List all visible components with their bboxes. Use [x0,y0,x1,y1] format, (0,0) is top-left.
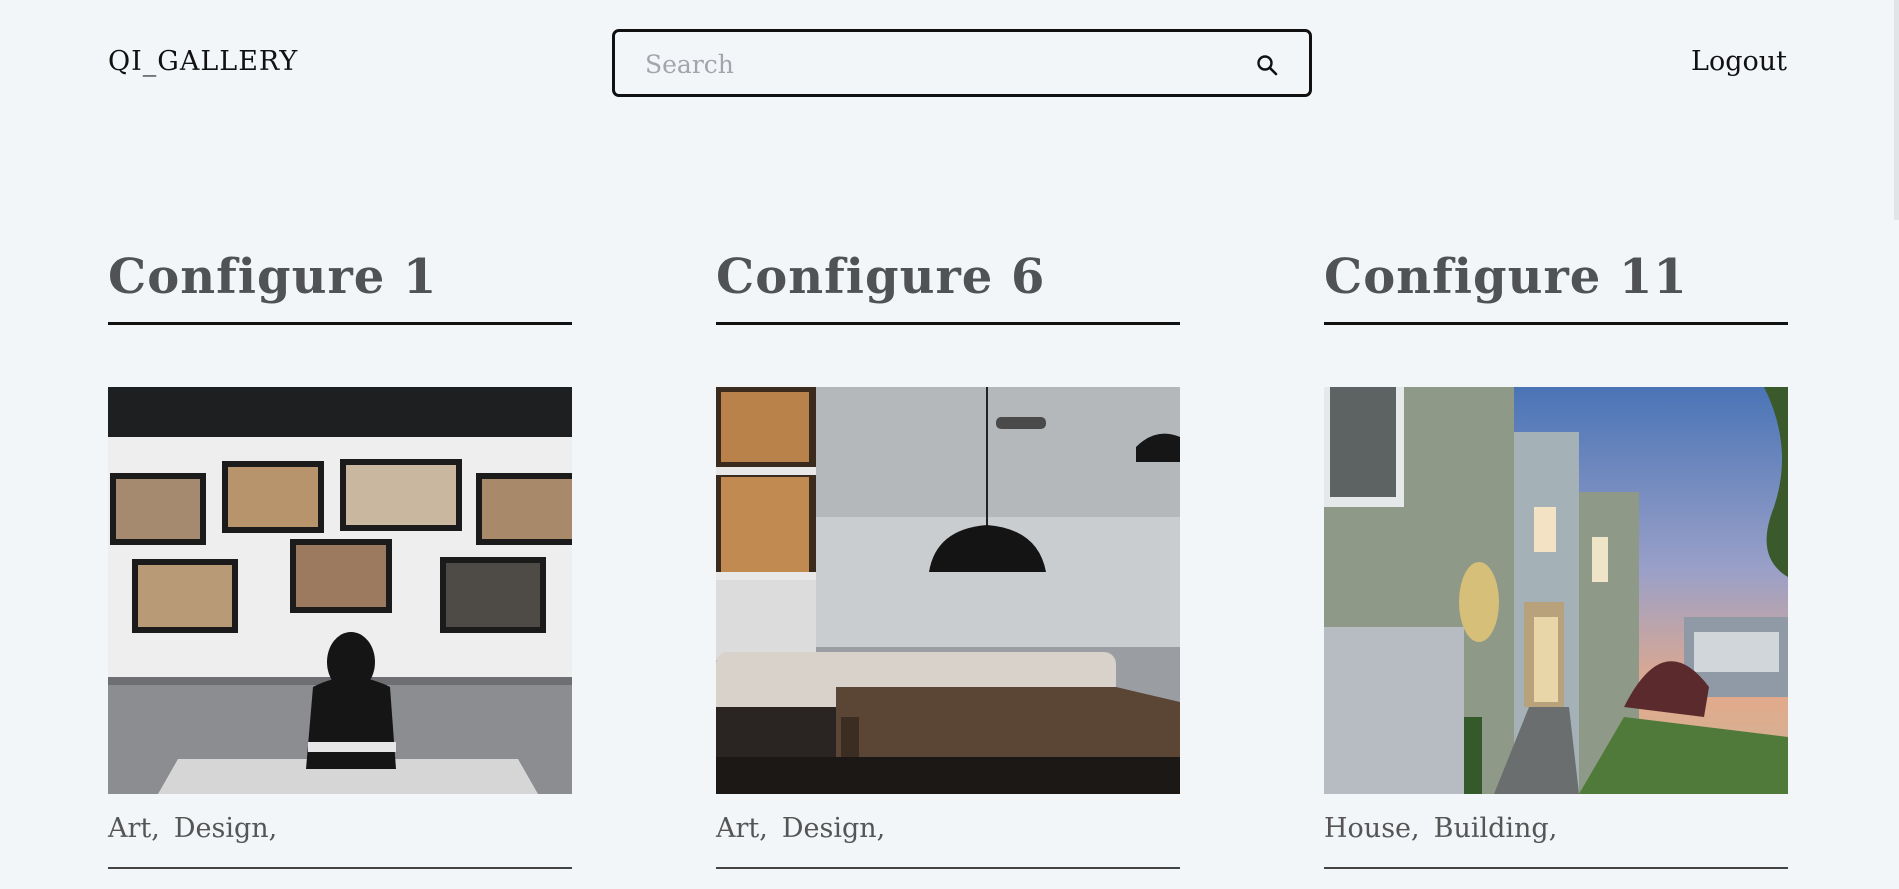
logout-link[interactable]: Logout [1691,46,1787,77]
tag[interactable]: Design, [174,813,277,844]
tag[interactable]: Building, [1434,813,1558,844]
lounge-interior-photo[interactable] [716,387,1180,794]
card-tags: Art, Design, [108,813,572,869]
search-icon[interactable] [1255,53,1279,77]
tag[interactable]: Art, [716,813,768,844]
tag[interactable]: Design, [782,813,885,844]
modern-house-photo[interactable] [1324,387,1788,794]
gallery-card[interactable]: Configure 1 Art, Design, [108,240,572,869]
search-box[interactable] [612,29,1312,97]
scrollbar-thumb[interactable] [1894,0,1899,220]
site-logo[interactable]: QI_GALLERY [108,46,298,77]
card-tags: Art, Design, [716,813,1180,869]
card-title[interactable]: Configure 11 [1324,240,1788,325]
scrollbar[interactable] [1894,0,1899,889]
search-input[interactable] [643,44,1227,84]
tag[interactable]: House, [1324,813,1420,844]
card-tags: House, Building, [1324,813,1788,869]
gallery-card[interactable]: Configure 11 House, Building, [1324,240,1788,869]
card-title[interactable]: Configure 1 [108,240,572,325]
tag[interactable]: Art, [108,813,160,844]
card-title[interactable]: Configure 6 [716,240,1180,325]
gallery-room-photo[interactable] [108,387,572,794]
gallery-card[interactable]: Configure 6 Art, Design, [716,240,1180,869]
top-bar: QI_GALLERY Logout [0,0,1899,130]
